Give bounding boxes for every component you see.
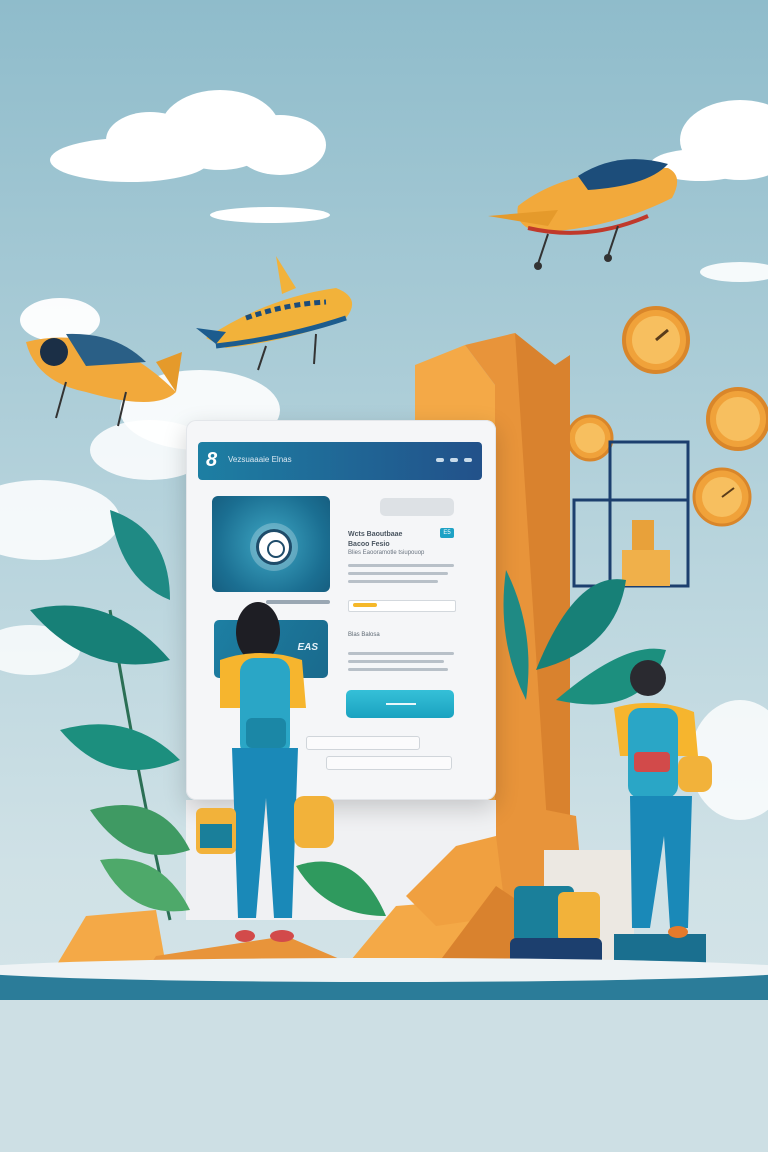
floating-platform: [0, 958, 768, 1152]
status-badge[interactable]: E5: [440, 528, 454, 538]
screen-header: 8 Vezsuaaaie Elnas: [198, 442, 482, 480]
camera-lens-icon: [256, 529, 292, 565]
text-line: [348, 580, 438, 583]
text-line: [348, 564, 454, 567]
text-line: [348, 652, 454, 655]
title-line-1: Wcts Baoutbaae: [348, 531, 403, 538]
clock-coin-1: [622, 306, 690, 374]
title-line-2: Bacoo Fesio: [348, 541, 390, 548]
app-logo: 8: [206, 449, 218, 471]
airship-plane-top-right: [488, 159, 678, 270]
hero-image-tile[interactable]: [212, 496, 330, 592]
form-input[interactable]: [326, 756, 452, 770]
subheading: Blies Eaooramotle tsiupouop: [348, 550, 425, 556]
button-label-bar: [386, 703, 416, 705]
clock-coin-2: [706, 387, 768, 451]
book-button[interactable]: [346, 690, 454, 718]
header-nav: [436, 455, 472, 462]
text-line: [348, 572, 448, 575]
menu-icon[interactable]: [464, 458, 472, 462]
traveler-man: [614, 660, 712, 938]
text-line: [348, 668, 448, 671]
section-label: Blas Balosa: [348, 632, 380, 638]
text-line: [348, 660, 444, 663]
nav-item[interactable]: [436, 458, 444, 462]
field-highlight: [353, 603, 377, 607]
nav-item[interactable]: [450, 458, 458, 462]
travel-illustration-scene: 8 Vezsuaaaie Elnas EAS E5 Wcts Baoutbaae…: [0, 0, 768, 1152]
clock-coin-4: [692, 467, 752, 527]
yellow-jet-plane: [196, 256, 353, 371]
page-title: Wcts Baoutbaae Bacoo Fesio: [348, 530, 402, 550]
search-input[interactable]: [380, 498, 454, 516]
traveler-woman: [196, 602, 334, 942]
propeller-plane-left: [26, 333, 182, 427]
brand-name: Vezsuaaaie Elnas: [228, 455, 292, 464]
date-field[interactable]: [348, 600, 456, 612]
